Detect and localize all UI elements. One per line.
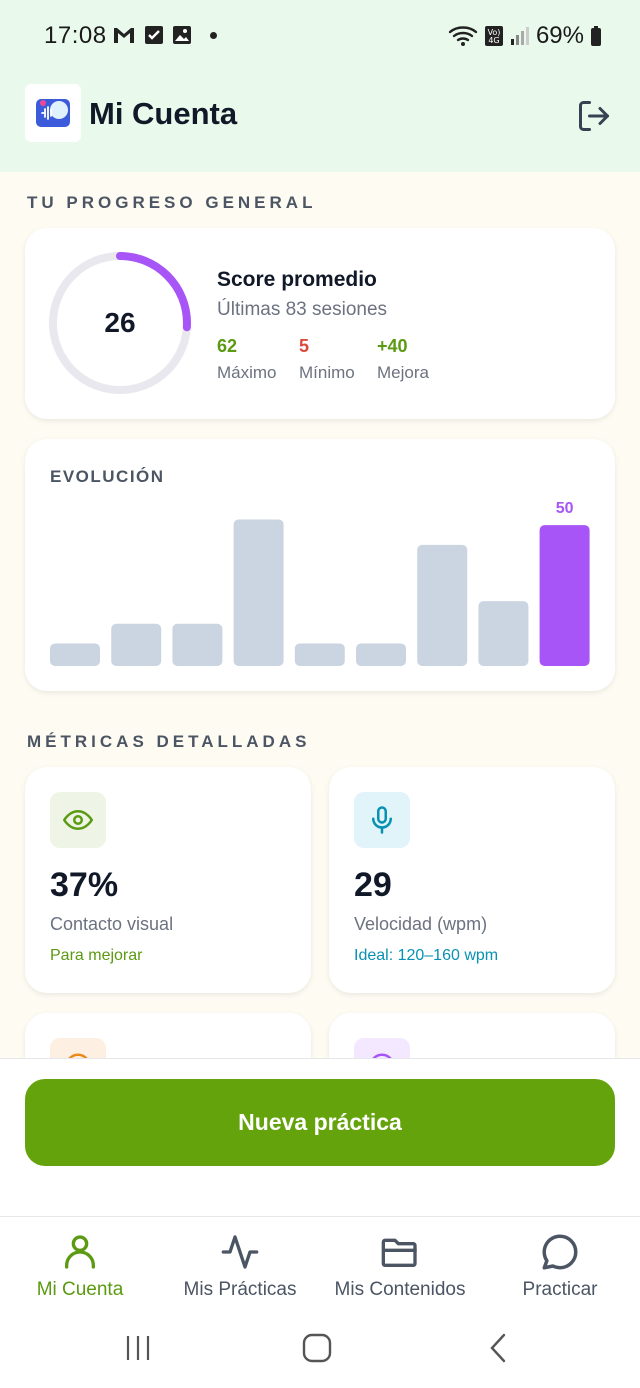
evolution-bar bbox=[111, 623, 162, 666]
nav-item-mi-cuenta[interactable]: Mi Cuenta bbox=[0, 1217, 160, 1317]
eye-icon bbox=[63, 810, 93, 830]
gallery-icon bbox=[173, 26, 191, 44]
nav-item-practicar[interactable]: Practicar bbox=[480, 1217, 640, 1317]
evolution-bar bbox=[478, 601, 529, 666]
metric-card-eye-contact[interactable]: 37% Contacto visual Para mejorar bbox=[25, 767, 311, 993]
metric-label: Contacto visual bbox=[50, 914, 174, 934]
signal-icon bbox=[510, 27, 529, 45]
metric-label: Velocidad (wpm) bbox=[354, 914, 488, 934]
recents-icon[interactable] bbox=[122, 1332, 154, 1364]
nav-label: Mis Prácticas bbox=[183, 1279, 297, 1300]
evolution-bar bbox=[233, 519, 284, 666]
status-notifications bbox=[112, 25, 217, 45]
evolution-bar bbox=[539, 525, 590, 666]
folder-icon bbox=[381, 1238, 417, 1267]
wifi-icon bbox=[448, 26, 478, 46]
chat-icon bbox=[542, 1234, 578, 1270]
score-title: Score promedio bbox=[217, 268, 377, 291]
metric-note: Ideal: 120–160 wpm bbox=[354, 947, 499, 964]
home-icon[interactable] bbox=[301, 1332, 333, 1364]
system-nav-bar bbox=[0, 1316, 640, 1388]
svg-text:4G: 4G bbox=[488, 36, 499, 45]
metric-value: 37% bbox=[50, 866, 119, 904]
logout-icon bbox=[579, 101, 609, 131]
header-region: 17:08 Vo) 4G 69% Mi Cuenta bbox=[0, 0, 640, 172]
microphone-icon bbox=[372, 806, 392, 834]
score-subtitle: Últimas 83 sesiones bbox=[217, 299, 388, 320]
evolution-title: EVOLUCIÓN bbox=[50, 467, 165, 486]
nav-label: Practicar bbox=[522, 1279, 598, 1300]
evolution-bar bbox=[294, 643, 345, 666]
app-logo bbox=[25, 84, 81, 142]
stat-min-label: Mínimo bbox=[299, 363, 355, 382]
evolution-bar-label: 50 bbox=[556, 500, 574, 517]
checkbox-icon bbox=[145, 26, 163, 44]
metric-value: 29 bbox=[354, 866, 392, 904]
status-system: Vo) 4G 69% bbox=[448, 22, 602, 50]
stat-improvement-value: +40 bbox=[377, 336, 408, 356]
status-bar: 17:08 Vo) 4G 69% bbox=[0, 0, 640, 72]
nav-item-mis-practicas[interactable]: Mis Prácticas bbox=[160, 1217, 320, 1317]
evolution-bar bbox=[50, 643, 100, 666]
battery-percent: 69% bbox=[535, 22, 584, 49]
stat-min: 5 Mínimo bbox=[299, 336, 355, 383]
metric-note: Para mejorar bbox=[50, 947, 143, 964]
stat-max: 62 Máximo bbox=[217, 336, 277, 383]
bottom-nav: Mi Cuenta Mis Prácticas Mis Contenidos P… bbox=[0, 1216, 640, 1316]
evolution-bar bbox=[172, 623, 223, 666]
dot-icon bbox=[210, 31, 217, 39]
user-icon bbox=[65, 1235, 96, 1269]
stat-min-value: 5 bbox=[299, 336, 310, 356]
app-bar: Mi Cuenta bbox=[0, 84, 640, 148]
evolution-card: 50 EVOLUCIÓN bbox=[25, 439, 615, 691]
nav-item-mis-contenidos[interactable]: Mis Contenidos bbox=[320, 1217, 480, 1317]
battery-icon bbox=[591, 26, 601, 46]
stat-improvement-label: Mejora bbox=[377, 363, 429, 382]
logout-button[interactable] bbox=[574, 96, 614, 136]
metric-icon-box bbox=[50, 792, 106, 848]
nav-label: Mis Contenidos bbox=[334, 1279, 466, 1300]
score-card: 26 Score promedio Últimas 83 sesiones 62… bbox=[25, 228, 615, 419]
activity-icon bbox=[221, 1235, 259, 1269]
metric-icon-box bbox=[354, 792, 410, 848]
evolution-bar bbox=[417, 544, 468, 666]
evolution-bar bbox=[356, 643, 406, 666]
stat-max-label: Máximo bbox=[217, 363, 277, 382]
new-practice-button[interactable]: Nueva práctica bbox=[25, 1079, 615, 1166]
volte-icon: Vo)4G bbox=[484, 26, 503, 46]
metric-card-speed[interactable]: 29 Velocidad (wpm) Ideal: 120–160 wpm bbox=[329, 767, 615, 993]
status-time: 17:08 bbox=[44, 22, 107, 49]
gmail-icon bbox=[114, 28, 134, 43]
page-title: Mi Cuenta bbox=[89, 96, 238, 131]
section-label-progress: TU PROGRESO GENERAL bbox=[27, 193, 317, 212]
stat-improvement: +40 Mejora bbox=[377, 336, 429, 383]
stat-max-value: 62 bbox=[217, 336, 238, 356]
section-label-metrics: MÉTRICAS DETALLADAS bbox=[27, 732, 311, 751]
cta-area: Nueva práctica bbox=[0, 1058, 640, 1216]
nav-label: Mi Cuenta bbox=[36, 1279, 124, 1300]
back-icon[interactable] bbox=[484, 1332, 512, 1364]
score-value: 26 bbox=[104, 307, 136, 338]
